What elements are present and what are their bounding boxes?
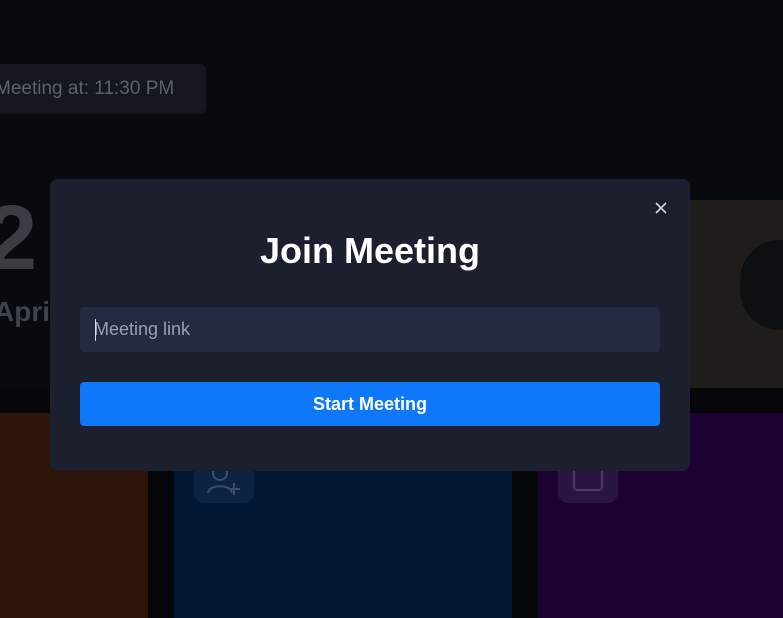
meeting-link-input[interactable]: [80, 307, 660, 352]
hero-image-shape: [740, 240, 783, 330]
start-meeting-button[interactable]: Start Meeting: [80, 382, 660, 426]
dialog-title: Join Meeting: [259, 230, 480, 271]
upcoming-meeting-text: Meeting at: 11:30 PM: [0, 78, 175, 99]
current-time: 2: [0, 187, 38, 289]
app-screen: Meeting at: 11:30 PM 2 April Join Meetin…: [0, 0, 783, 618]
join-meeting-dialog: Join Meeting Start Meeting: [50, 179, 690, 471]
text-cursor: [95, 319, 96, 341]
hero-image: [690, 200, 783, 388]
close-icon[interactable]: [652, 199, 670, 217]
upcoming-meeting-badge: Meeting at: 11:30 PM: [0, 64, 206, 114]
